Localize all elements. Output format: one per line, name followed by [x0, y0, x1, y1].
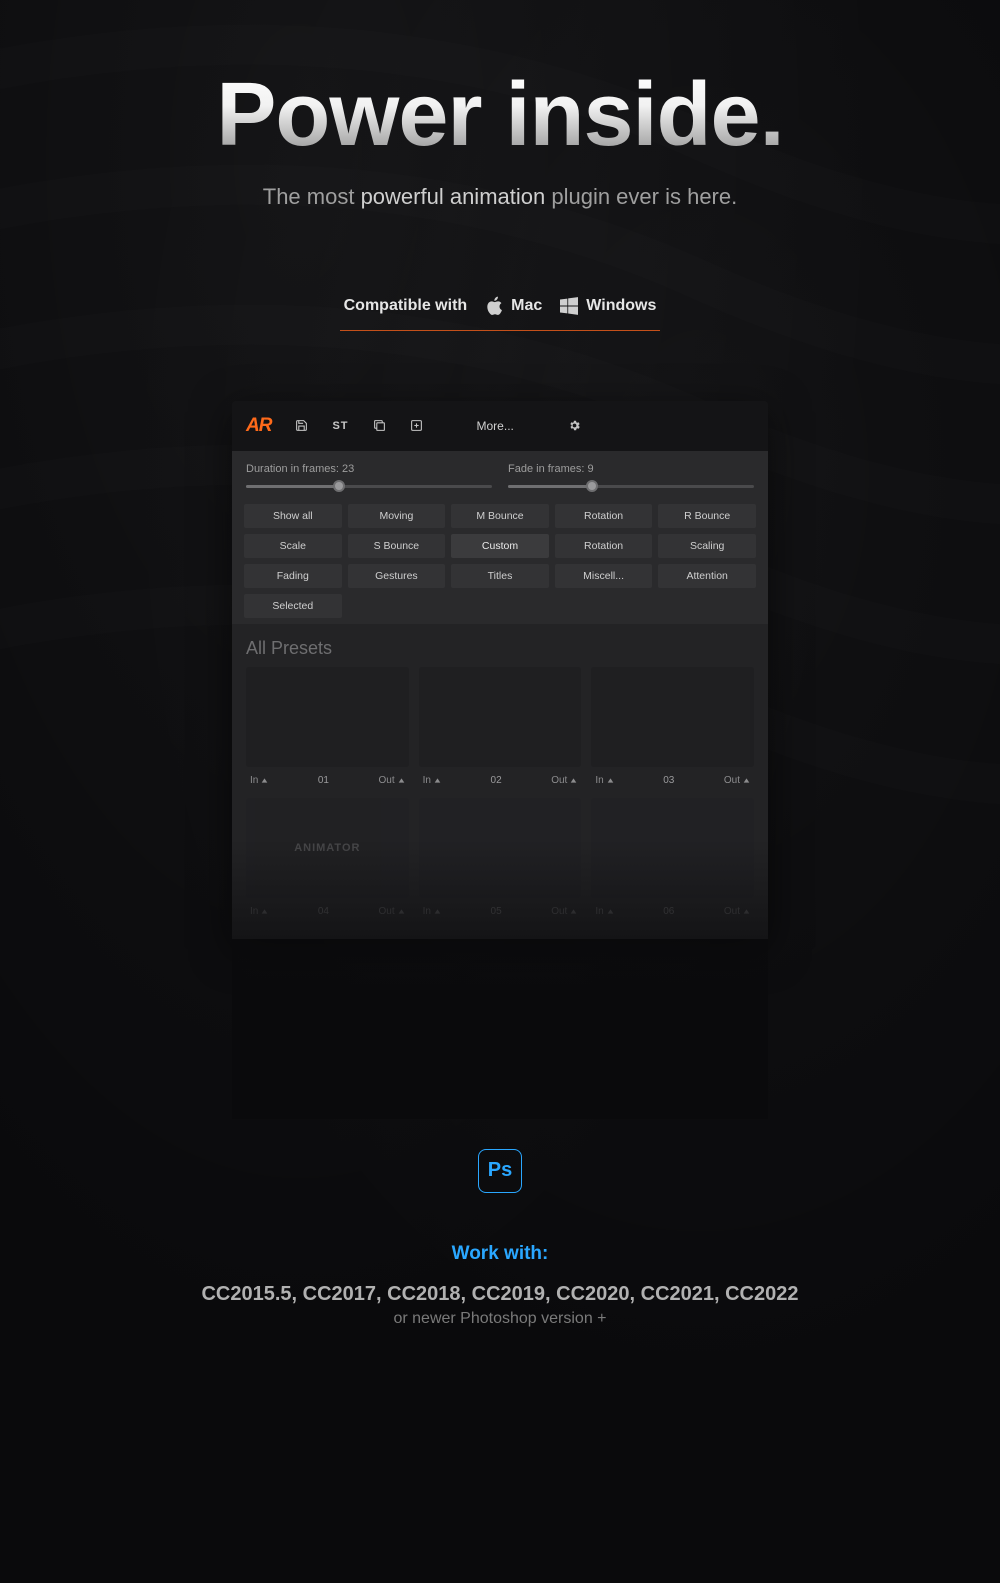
preset-number: 02 [491, 775, 502, 786]
layers-icon[interactable] [373, 419, 386, 432]
gear-icon[interactable] [568, 419, 581, 432]
hero-sub-em: powerful animation [361, 184, 546, 209]
bottom-section: Ps Work with: CC2015.5, CC2017, CC2018, … [0, 1149, 1000, 1328]
category-scale[interactable]: Scale [244, 534, 342, 558]
out-button[interactable]: Out [551, 775, 577, 786]
more-button[interactable]: More... [477, 419, 514, 433]
hero-sub-post: plugin ever is here. [545, 184, 737, 209]
hero-sub-pre: The most [263, 184, 361, 209]
preset-meta: In 06 Out [591, 898, 754, 919]
compat-windows-label: Windows [586, 297, 656, 315]
hero: Power inside. The most powerful animatio… [0, 0, 1000, 212]
compat-bar: Compatible with Mac Windows [340, 282, 661, 331]
preset-thumbnail[interactable] [246, 667, 409, 767]
versions-sub: or newer Photoshop version + [0, 1310, 1000, 1328]
photoshop-icon: Ps [478, 1149, 522, 1193]
preset-number: 05 [491, 906, 502, 917]
in-button[interactable]: In [423, 906, 441, 917]
section-title: All Presets [232, 624, 768, 667]
category-s-bounce[interactable]: S Bounce [348, 534, 446, 558]
category-grid: Show allMovingM BounceRotationR Bounce Sc… [232, 494, 768, 624]
add-icon[interactable] [410, 419, 423, 432]
out-button[interactable]: Out [724, 906, 750, 917]
preset-thumbnail[interactable]: ANIMATOR [246, 798, 409, 898]
category-fading[interactable]: Fading [244, 564, 342, 588]
preset-grid: In 01 Out In 02 Out In 03 Out ANIMATOR In 04 Out In 05… [232, 667, 768, 939]
in-button[interactable]: In [250, 906, 268, 917]
preset-card-05: In 05 Out [419, 798, 582, 919]
out-button[interactable]: Out [379, 906, 405, 917]
preset-meta: In 01 Out [246, 767, 409, 788]
category-r-bounce[interactable]: R Bounce [658, 504, 756, 528]
preset-number: 06 [663, 906, 674, 917]
in-button[interactable]: In [595, 775, 613, 786]
category-m-bounce[interactable]: M Bounce [451, 504, 549, 528]
preset-meta: In 03 Out [591, 767, 754, 788]
ps-label: Ps [488, 1159, 512, 1182]
out-button[interactable]: Out [379, 775, 405, 786]
preset-thumbnail[interactable] [591, 667, 754, 767]
hero-title: Power inside. [0, 70, 1000, 160]
in-button[interactable]: In [423, 775, 441, 786]
preset-card-01: In 01 Out [246, 667, 409, 788]
duration-slider[interactable]: Duration in frames: 23 [246, 463, 492, 488]
compat-label: Compatible with [344, 297, 468, 315]
work-with-label: Work with: [0, 1243, 1000, 1265]
toolbar: AR ST More... [232, 401, 768, 451]
out-button[interactable]: Out [724, 775, 750, 786]
category-moving[interactable]: Moving [348, 504, 446, 528]
in-button[interactable]: In [595, 906, 613, 917]
preset-number: 03 [663, 775, 674, 786]
fade-label: Fade in frames: 9 [508, 463, 754, 475]
preset-thumbnail[interactable] [591, 798, 754, 898]
st-button[interactable]: ST [332, 420, 348, 432]
preset-number: 04 [318, 906, 329, 917]
versions: CC2015.5, CC2017, CC2018, CC2019, CC2020… [0, 1283, 1000, 1328]
duration-label: Duration in frames: 23 [246, 463, 492, 475]
category-show-all[interactable]: Show all [244, 504, 342, 528]
compat-mac-label: Mac [511, 297, 542, 315]
in-button[interactable]: In [250, 775, 268, 786]
save-icon[interactable] [295, 419, 308, 432]
preset-card-06: In 06 Out [591, 798, 754, 919]
compat-windows: Windows [560, 297, 656, 315]
category-attention[interactable]: Attention [658, 564, 756, 588]
category-selected[interactable]: Selected [244, 594, 342, 618]
preset-meta: In 04 Out [246, 898, 409, 919]
preset-meta: In 05 Out [419, 898, 582, 919]
hero-subtitle: The most powerful animation plugin ever … [0, 182, 1000, 212]
category-gestures[interactable]: Gestures [348, 564, 446, 588]
windows-icon [560, 297, 578, 315]
preset-thumbnail[interactable] [419, 798, 582, 898]
preset-thumbnail[interactable] [419, 667, 582, 767]
preset-meta: In 02 Out [419, 767, 582, 788]
category-scaling[interactable]: Scaling [658, 534, 756, 558]
category-custom[interactable]: Custom [451, 534, 549, 558]
preset-card-02: In 02 Out [419, 667, 582, 788]
versions-list: CC2015.5, CC2017, CC2018, CC2019, CC2020… [201, 1283, 798, 1305]
preset-number: 01 [318, 775, 329, 786]
logo: AR [246, 415, 271, 437]
fade-slider[interactable]: Fade in frames: 9 [508, 463, 754, 488]
plugin-panel: AR ST More... Du [232, 401, 768, 939]
apple-icon [485, 296, 503, 316]
category-rotation[interactable]: Rotation [555, 534, 653, 558]
preset-card-03: In 03 Out [591, 667, 754, 788]
sliders: Duration in frames: 23 Fade in frames: 9 [232, 451, 768, 494]
out-button[interactable]: Out [551, 906, 577, 917]
category-rotation[interactable]: Rotation [555, 504, 653, 528]
category-titles[interactable]: Titles [451, 564, 549, 588]
preset-card-04: ANIMATOR In 04 Out [246, 798, 409, 919]
category-miscell-[interactable]: Miscell... [555, 564, 653, 588]
compat-mac: Mac [485, 296, 542, 316]
